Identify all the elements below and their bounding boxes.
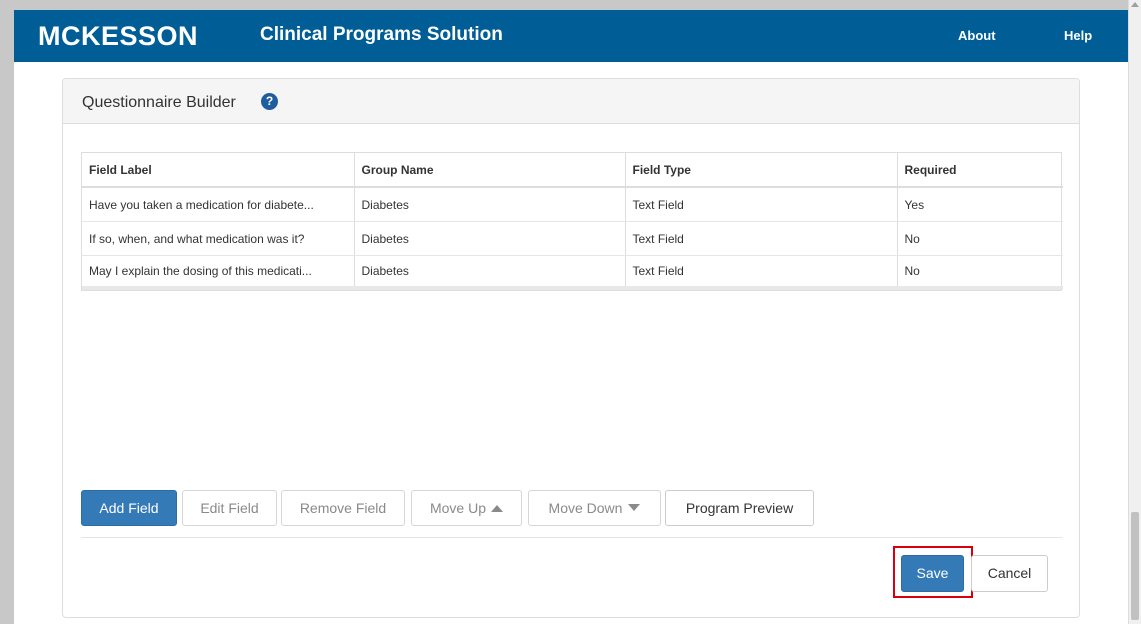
panel-heading: Questionnaire Builder ? — [63, 79, 1079, 124]
cell-field-label: Have you taken a medication for diabete.… — [82, 187, 355, 222]
program-preview-button[interactable]: Program Preview — [665, 490, 814, 526]
column-header-required[interactable]: Required — [897, 153, 1063, 188]
move-down-button[interactable]: Move Down — [528, 490, 661, 526]
scroll-up-arrow-icon[interactable] — [1131, 2, 1139, 7]
cell-field-label: If so, when, and what medication was it? — [82, 221, 355, 256]
move-up-button[interactable]: Move Up — [411, 490, 522, 526]
questionnaire-builder-panel: Questionnaire Builder ? Field Label Grou… — [62, 78, 1080, 618]
cell-group-name: Diabetes — [354, 255, 626, 290]
table-header-row: Field Label Group Name Field Type Requir… — [82, 153, 1063, 188]
question-circle-icon[interactable]: ? — [261, 93, 278, 110]
help-link[interactable]: Help — [1064, 28, 1092, 43]
cell-field-type: Text Field — [625, 187, 898, 222]
cell-required: No — [897, 221, 1063, 256]
about-link[interactable]: About — [958, 28, 996, 43]
move-down-label: Move Down — [548, 500, 623, 516]
table-row[interactable]: If so, when, and what medication was it?… — [82, 221, 1063, 256]
edit-field-button[interactable]: Edit Field — [182, 490, 277, 526]
cancel-button[interactable]: Cancel — [971, 555, 1048, 592]
footer-divider — [81, 537, 1062, 538]
questionnaire-fields-table: Field Label Group Name Field Type Requir… — [81, 152, 1063, 291]
table-row[interactable]: Have you taken a medication for diabete.… — [82, 187, 1063, 222]
panel-title: Questionnaire Builder — [82, 94, 236, 111]
cell-required: No — [897, 255, 1063, 290]
triangle-up-icon — [491, 505, 504, 512]
cell-group-name: Diabetes — [354, 187, 626, 222]
column-header-field-type[interactable]: Field Type — [625, 153, 898, 188]
vertical-scrollbar[interactable] — [1128, 0, 1141, 624]
cell-group-name: Diabetes — [354, 221, 626, 256]
save-button[interactable]: Save — [901, 555, 964, 592]
mckesson-logo: MCKESSON — [38, 21, 199, 51]
remove-field-button[interactable]: Remove Field — [281, 490, 405, 526]
app-title: Clinical Programs Solution — [260, 24, 503, 45]
table-row[interactable]: May I explain the dosing of this medicat… — [82, 255, 1063, 290]
column-header-field-label[interactable]: Field Label — [82, 153, 355, 188]
cell-field-type: Text Field — [625, 255, 898, 290]
cell-field-type: Text Field — [625, 221, 898, 256]
triangle-down-icon — [628, 504, 641, 511]
cell-field-label: May I explain the dosing of this medicat… — [82, 255, 355, 290]
column-header-group-name[interactable]: Group Name — [354, 153, 626, 188]
app-window: MCKESSON Clinical Programs Solution Abou… — [14, 10, 1128, 624]
cell-required: Yes — [897, 187, 1063, 222]
move-up-label: Move Up — [429, 500, 487, 516]
top-navigation-bar: MCKESSON Clinical Programs Solution Abou… — [14, 10, 1128, 62]
add-field-button[interactable]: Add Field — [81, 490, 177, 526]
scrollbar-thumb[interactable] — [1131, 512, 1139, 620]
